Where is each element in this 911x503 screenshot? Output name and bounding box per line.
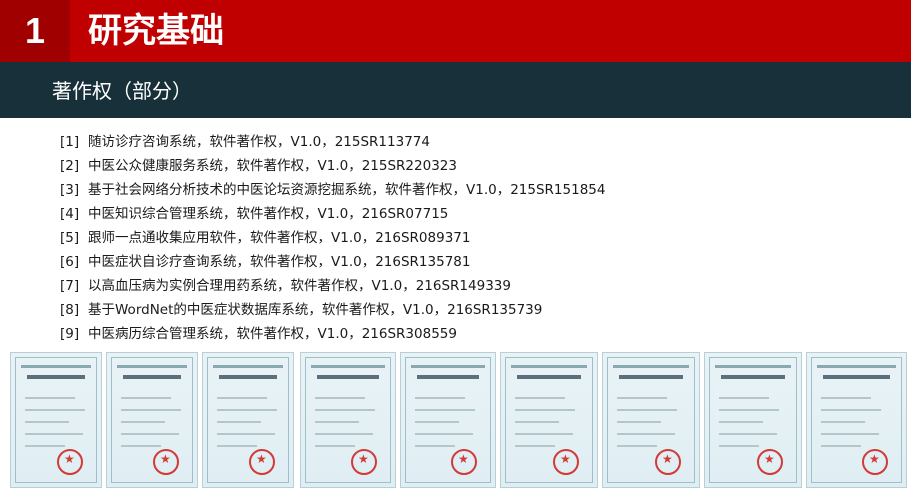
certificate-image [400,352,496,488]
seal-icon [757,449,783,475]
list-item: [5] 跟师一点通收集应用软件，软件著作权，V1.0，216SR089371 [60,226,900,250]
seal-icon [553,449,579,475]
list-item: [8] 基于WordNet的中医症状数据库系统，软件著作权，V1.0，216SR1… [60,298,900,322]
seal-icon [655,449,681,475]
certificate-image [106,352,198,488]
list-item-index: [1] [60,134,80,150]
certificate-image [202,352,294,488]
certificate-image [602,352,700,488]
list-item-text: 中医知识综合管理系统，软件著作权，V1.0，216SR07715 [88,206,449,222]
list-item-index: [4] [60,206,80,222]
certificate-image [704,352,802,488]
list-item: [4] 中医知识综合管理系统，软件著作权，V1.0，216SR07715 [60,202,900,226]
seal-icon [57,449,83,475]
list-item-index: [9] [60,326,80,342]
certificate-image [10,352,102,488]
seal-icon [153,449,179,475]
list-item-text: 中医症状自诊疗查询系统，软件著作权，V1.0，216SR135781 [88,254,471,270]
seal-icon [451,449,477,475]
list-item: [3] 基于社会网络分析技术的中医论坛资源挖掘系统，软件著作权，V1.0，215S… [60,178,900,202]
seal-icon [249,449,275,475]
list-item-index: [3] [60,182,80,198]
list-item: [9] 中医病历综合管理系统，软件著作权，V1.0，216SR308559 [60,322,900,346]
list-item: [6] 中医症状自诊疗查询系统，软件著作权，V1.0，216SR135781 [60,250,900,274]
list-item-text: 中医病历综合管理系统，软件著作权，V1.0，216SR308559 [88,326,457,342]
list-item-index: [8] [60,302,80,318]
list-item-text: 跟师一点通收集应用软件，软件著作权，V1.0，216SR089371 [88,230,471,246]
seal-icon [862,449,888,475]
section-title: 研究基础 [88,11,224,51]
list-item-index: [6] [60,254,80,270]
list-item: [1] 随访诊疗咨询系统，软件著作权，V1.0，215SR113774 [60,130,900,154]
subheader-title: 著作权（部分） [52,79,192,103]
title-bar: 1 研究基础 [0,0,911,62]
section-number: 1 [0,0,70,62]
certificate-strip [10,352,911,492]
list-item-index: [7] [60,278,80,294]
certificate-image [500,352,598,488]
list-item: [2] 中医公众健康服务系统，软件著作权，V1.0，215SR220323 [60,154,900,178]
list-item-text: 基于社会网络分析技术的中医论坛资源挖掘系统，软件著作权，V1.0，215SR15… [88,182,606,198]
slide: 1 研究基础 著作权（部分） [1] 随访诊疗咨询系统，软件著作权，V1.0，21… [0,0,911,503]
list-item: [7] 以高血压病为实例合理用药系统，软件著作权，V1.0，216SR149339 [60,274,900,298]
seal-icon [351,449,377,475]
list-item-index: [5] [60,230,80,246]
copyright-list: [1] 随访诊疗咨询系统，软件著作权，V1.0，215SR113774 [2] 中医… [60,130,900,346]
certificate-image [300,352,396,488]
list-item-text: 基于WordNet的中医症状数据库系统，软件著作权，V1.0，216SR1357… [88,302,543,318]
list-item-text: 以高血压病为实例合理用药系统，软件著作权，V1.0，216SR149339 [88,278,511,294]
list-item-text: 中医公众健康服务系统，软件著作权，V1.0，215SR220323 [88,158,457,174]
certificate-image [806,352,907,488]
list-item-text: 随访诊疗咨询系统，软件著作权，V1.0，215SR113774 [88,134,430,150]
list-item-index: [2] [60,158,80,174]
subheader-bar: 著作权（部分） [0,62,911,118]
